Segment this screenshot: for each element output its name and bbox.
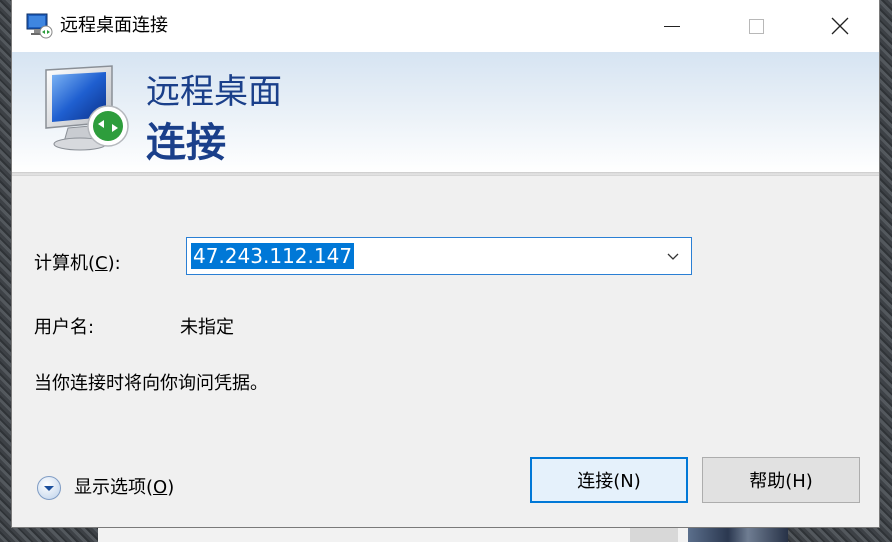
banner-title-line2: 连接 bbox=[146, 120, 226, 166]
chevron-down-icon[interactable] bbox=[665, 248, 681, 264]
remote-desktop-monitor-icon bbox=[45, 65, 129, 151]
header-banner: 远程桌面 连接 bbox=[12, 52, 879, 172]
remote-desktop-icon bbox=[26, 13, 53, 39]
minimize-button[interactable] bbox=[638, 0, 706, 52]
computer-label-suffix: ): bbox=[107, 253, 121, 274]
banner-title-line1: 远程桌面 bbox=[146, 72, 282, 112]
background-window-edge-2 bbox=[630, 528, 678, 542]
remote-desktop-window: 远程桌面连接 远程桌面 连接 计算机(C): 47.243.112.147 用户… bbox=[12, 0, 879, 527]
minimize-icon bbox=[664, 25, 680, 27]
title-bar[interactable]: 远程桌面连接 bbox=[12, 0, 879, 52]
username-label: 用户名: bbox=[34, 317, 95, 338]
show-options-label[interactable]: 显示选项(O) bbox=[74, 476, 174, 500]
close-button[interactable] bbox=[806, 0, 874, 52]
window-title: 远程桌面连接 bbox=[60, 15, 168, 36]
username-value: 未指定 bbox=[180, 317, 234, 338]
computer-label-prefix: 计算机( bbox=[34, 253, 96, 274]
show-options-suffix: ) bbox=[167, 477, 175, 498]
show-options-toggle[interactable]: 显示选项(O) bbox=[36, 474, 174, 502]
connect-button[interactable]: 连接(N) bbox=[530, 457, 688, 503]
banner-divider bbox=[12, 172, 879, 176]
background-figure bbox=[688, 528, 788, 542]
computer-label-accesskey: C bbox=[95, 253, 108, 274]
show-options-prefix: 显示选项( bbox=[74, 477, 154, 498]
credentials-info-text: 当你连接时将向你询问凭据。 bbox=[34, 373, 268, 394]
chevron-down-circle-icon[interactable] bbox=[36, 475, 62, 501]
close-icon bbox=[831, 17, 849, 35]
background-window-edge bbox=[98, 528, 698, 542]
maximize-button[interactable] bbox=[722, 0, 790, 52]
computer-label: 计算机(C): bbox=[34, 252, 121, 276]
show-options-accesskey: O bbox=[153, 477, 168, 498]
computer-input[interactable]: 47.243.112.147 bbox=[191, 243, 355, 269]
computer-combobox[interactable]: 47.243.112.147 bbox=[186, 237, 692, 275]
help-button[interactable]: 帮助(H) bbox=[702, 457, 860, 503]
maximize-icon bbox=[748, 18, 764, 34]
